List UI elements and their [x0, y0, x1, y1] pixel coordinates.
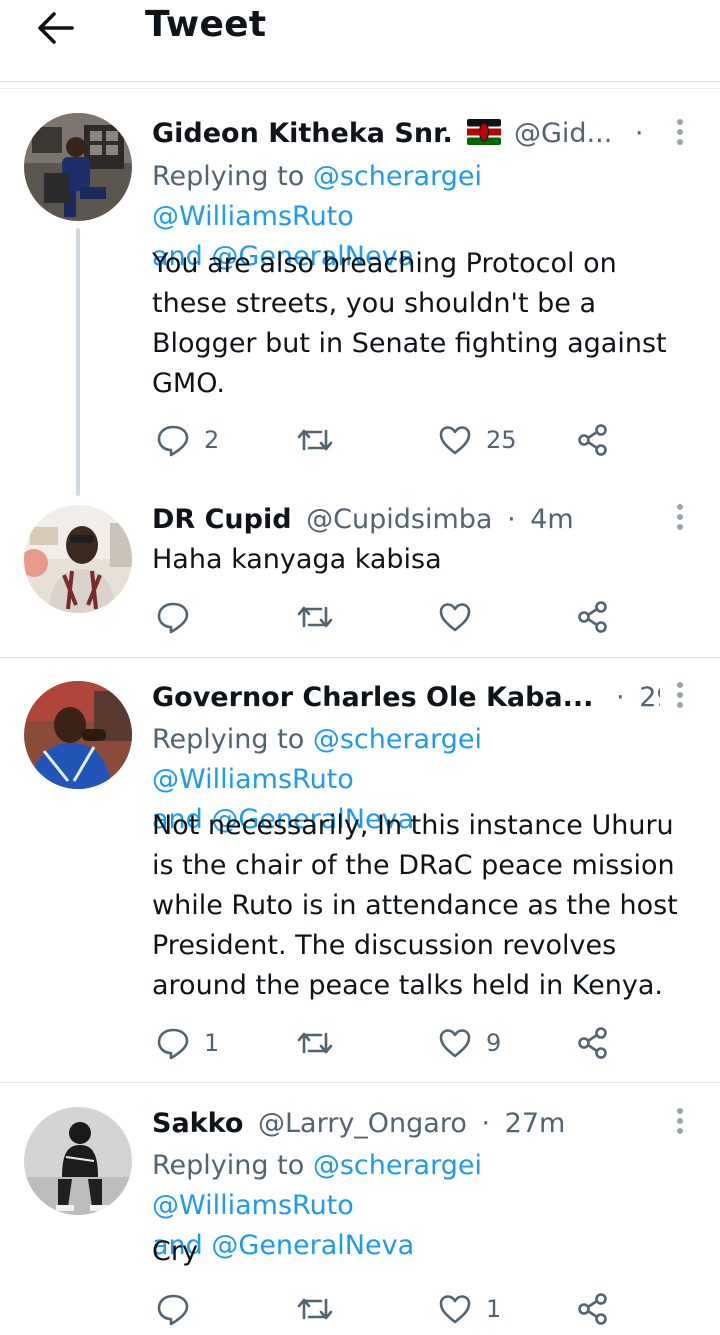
user-handle[interactable]: @Cupidsimba: [306, 504, 492, 535]
mention-link[interactable]: @scherargei: [313, 724, 482, 755]
tweet-text: Haha kanyaga kabisa: [152, 544, 442, 575]
retweet-button[interactable]: [296, 595, 348, 639]
avatar-photo-governor: [24, 681, 132, 789]
tweet-actions: 2 25: [152, 418, 632, 462]
reply-count: 2: [204, 426, 220, 454]
replying-to-label: Replying to: [152, 1150, 305, 1181]
tweet-divider: [0, 657, 720, 658]
page-title: Tweet: [145, 4, 267, 45]
retweet-button[interactable]: [296, 418, 348, 462]
avatar-photo-gideon: [24, 113, 132, 221]
separator-dot: ·: [481, 1108, 491, 1139]
top-app-bar: Tweet: [0, 0, 720, 82]
arrow-left-icon: [38, 12, 74, 44]
tweet-time[interactable]: 27m: [505, 1108, 566, 1139]
tweet-actions: [152, 595, 632, 639]
tweet-header: DR Cupid @Cupidsimba · 4m: [152, 502, 660, 538]
like-count: 1: [486, 1295, 502, 1323]
reply-button[interactable]: [156, 595, 204, 639]
user-handle[interactable]: @Larry_Ongaro: [258, 1108, 467, 1139]
user-name[interactable]: DR Cupid: [152, 504, 292, 535]
separator-dot: ·: [616, 682, 625, 713]
share-icon: [578, 424, 607, 456]
retweet-button[interactable]: [296, 1287, 348, 1331]
separator-dot: ·: [634, 118, 644, 149]
user-name[interactable]: Sakko: [152, 1108, 243, 1139]
kenya-flag-emoji: [467, 119, 502, 145]
reply-icon: [157, 602, 189, 634]
share-icon: [578, 601, 607, 633]
mention-link[interactable]: @scherargei: [313, 161, 482, 192]
more-options-button[interactable]: [662, 1104, 698, 1144]
retweet-icon: [297, 429, 333, 451]
tweet-header: Gideon Kitheka Snr. @Gid... · 6m: [152, 116, 660, 152]
reply-icon: [157, 1028, 189, 1060]
tweet-time[interactable]: 4m: [530, 504, 573, 535]
reply-count: 1: [204, 1029, 220, 1057]
tweet-actions: 1: [152, 1287, 632, 1331]
share-button[interactable]: [576, 1287, 610, 1331]
like-button[interactable]: [438, 595, 486, 639]
user-handle[interactable]: @Gid...: [514, 118, 612, 149]
header-divider: [0, 88, 720, 89]
separator-dot: ·: [507, 504, 516, 535]
mention-link[interactable]: @WilliamsRuto: [152, 201, 354, 232]
like-button[interactable]: 1: [438, 1287, 501, 1331]
tweet-text: Cry: [152, 1236, 198, 1267]
heart-icon: [439, 603, 471, 632]
share-button[interactable]: [576, 595, 610, 639]
retweet-button[interactable]: [296, 1021, 348, 1065]
reply-icon: [157, 425, 189, 457]
tweet-time[interactable]: 29m: [639, 682, 660, 713]
avatar-photo-sakko: [24, 1107, 132, 1215]
tweet-divider: [0, 1082, 720, 1083]
heart-icon: [439, 1029, 471, 1058]
mention-link[interactable]: @WilliamsRuto: [152, 1190, 354, 1221]
more-options-button[interactable]: [662, 678, 698, 718]
share-button[interactable]: [576, 1021, 610, 1065]
mention-link[interactable]: @scherargei: [313, 1150, 482, 1181]
tweet-header: Sakko @Larry_Ongaro · 27m: [152, 1106, 660, 1142]
like-button[interactable]: 9: [438, 1021, 501, 1065]
tweet-time[interactable]: 6m: [658, 118, 660, 149]
like-count: 9: [486, 1029, 502, 1057]
thread-connector-line: [76, 228, 80, 496]
avatar-photo-drcupid: [24, 505, 132, 613]
reply-icon: [157, 1294, 189, 1326]
avatar[interactable]: [24, 505, 132, 613]
heart-icon: [439, 426, 471, 455]
reply-button[interactable]: 2: [156, 418, 219, 462]
avatar[interactable]: [24, 1107, 132, 1215]
retweet-icon: [297, 606, 333, 628]
share-button[interactable]: [576, 418, 610, 462]
share-icon: [578, 1027, 607, 1059]
share-icon: [578, 1293, 607, 1325]
tweet-text: Not necessarily, In this instance Uhuru …: [152, 810, 678, 1001]
like-button[interactable]: 25: [438, 418, 517, 462]
retweet-icon: [297, 1298, 333, 1320]
tweet-header: Governor Charles Ole Kaba... · 29m: [152, 680, 660, 716]
user-name[interactable]: Governor Charles Ole Kaba...: [152, 682, 593, 713]
back-button[interactable]: [30, 6, 82, 50]
mention-link[interactable]: @WilliamsRuto: [152, 764, 354, 795]
reply-button[interactable]: [156, 1287, 204, 1331]
replying-to-label: Replying to: [152, 161, 305, 192]
reply-button[interactable]: 1: [156, 1021, 219, 1065]
tweet-actions: 1 9: [152, 1021, 632, 1065]
tweet-text: You are also breaching Protocol on these…: [152, 248, 667, 399]
more-options-button[interactable]: [662, 500, 698, 540]
heart-icon: [439, 1295, 471, 1324]
avatar[interactable]: [24, 681, 132, 789]
like-count: 25: [486, 426, 517, 454]
avatar[interactable]: [24, 113, 132, 221]
replying-to-label: Replying to: [152, 724, 305, 755]
retweet-icon: [297, 1032, 333, 1054]
user-name[interactable]: Gideon Kitheka Snr.: [152, 118, 453, 149]
more-options-button[interactable]: [662, 115, 698, 155]
